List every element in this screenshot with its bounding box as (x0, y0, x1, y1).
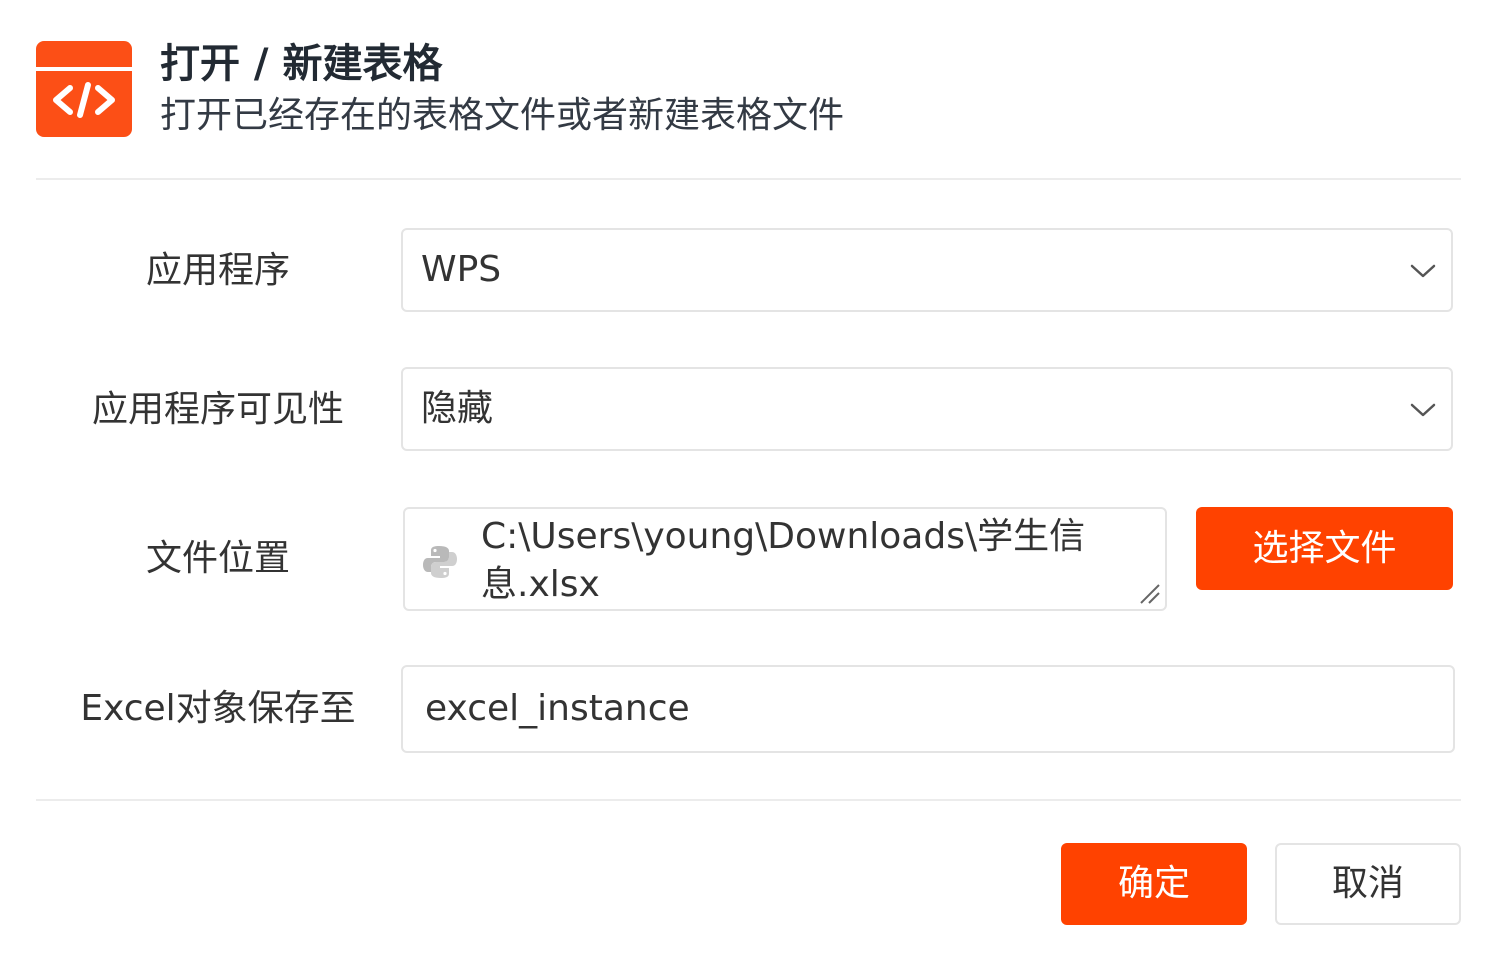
choose-file-button[interactable]: 选择文件 (1196, 507, 1453, 590)
file-path-textarea[interactable]: C:\Users\young\Downloads\学生信息.xlsx (403, 507, 1167, 611)
save-to-label: Excel对象保存至 (80, 688, 356, 729)
resize-handle-icon[interactable] (1137, 581, 1161, 605)
visibility-label: 应用程序可见性 (91, 389, 344, 430)
application-select[interactable]: WPS (401, 228, 1453, 312)
cancel-button[interactable]: 取消 (1275, 843, 1461, 925)
open-spreadsheet-dialog: 打开 / 新建表格 打开已经存在的表格文件或者新建表格文件 应用程序 WPS 应… (0, 0, 1498, 964)
python-icon (423, 546, 457, 578)
code-icon (36, 41, 132, 137)
chevron-down-icon (1410, 403, 1436, 417)
header-divider (36, 178, 1461, 180)
application-label: 应用程序 (145, 250, 290, 291)
code-brackets-icon (53, 82, 115, 118)
visibility-select-value: 隐藏 (421, 388, 494, 429)
application-select-value: WPS (421, 249, 502, 290)
visibility-select[interactable]: 隐藏 (401, 367, 1453, 451)
confirm-button[interactable]: 确定 (1061, 843, 1247, 925)
chevron-down-icon (1410, 264, 1436, 278)
dialog-title: 打开 / 新建表格 (160, 41, 443, 87)
save-to-value: excel_instance (425, 688, 690, 729)
footer-divider (36, 799, 1461, 801)
save-to-input[interactable]: excel_instance (401, 665, 1455, 753)
dialog-subtitle: 打开已经存在的表格文件或者新建表格文件 (160, 95, 845, 136)
file-path-value: C:\Users\young\Downloads\学生信息.xlsx (481, 516, 1086, 605)
file-location-label: 文件位置 (145, 538, 290, 579)
